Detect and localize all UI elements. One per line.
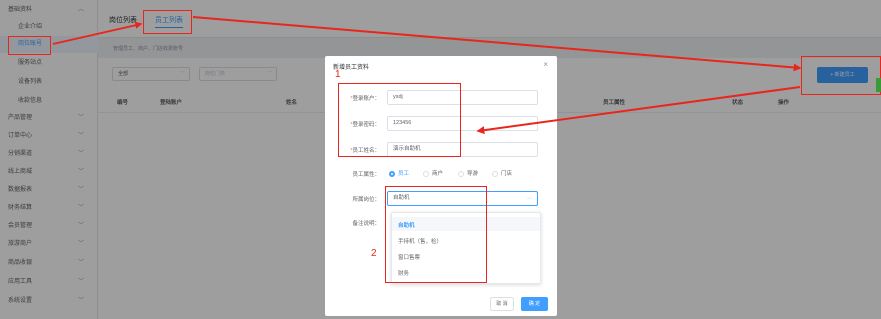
- annotation-arrows: [52, 16, 802, 135]
- arrow-tab-to-button: [192, 16, 802, 72]
- arrow-sidebar-to-tab: [52, 21, 143, 45]
- arrow-button-to-fields: [476, 86, 801, 135]
